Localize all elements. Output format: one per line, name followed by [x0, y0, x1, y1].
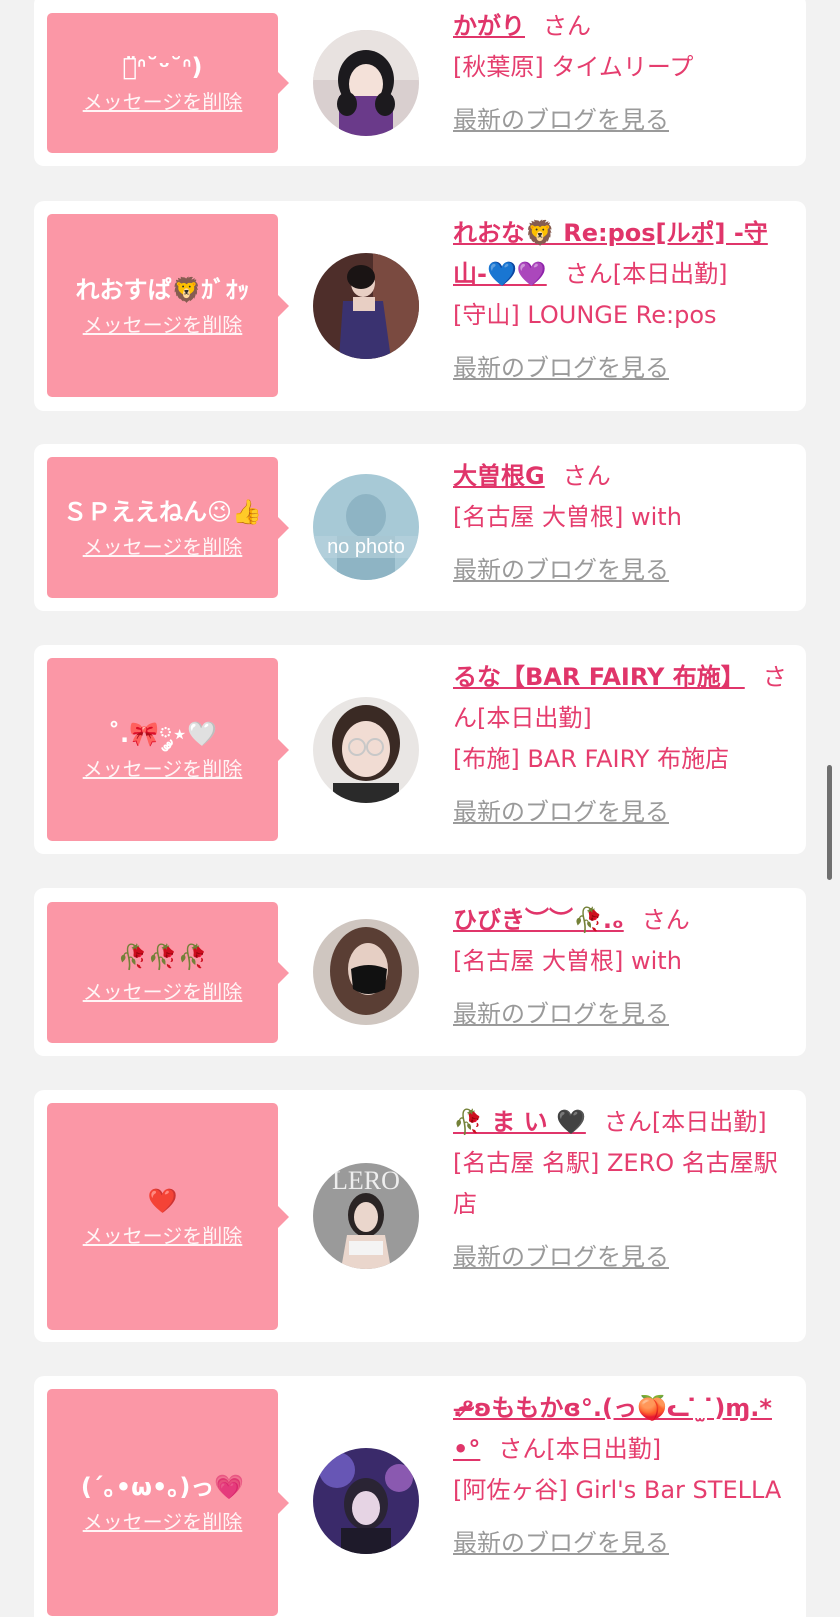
message-bubble: ＳＰええねん😉👍 メッセージを削除 [47, 457, 289, 598]
latest-blog-link[interactable]: 最新のブログを見る [453, 994, 798, 1035]
name-line: 大曽根G さん [453, 456, 798, 497]
avatar[interactable]: no photo [313, 474, 419, 580]
honorific: さん [543, 12, 591, 40]
name-line: 🥀 ま い 🖤 さん[本日出勤] [453, 1102, 798, 1143]
message-text: ﾛ̈ᐢ˘ᵕ˘ᐢ) [122, 53, 203, 81]
cast-info: 🥀 ま い 🖤 さん[本日出勤] [名古屋 名駅] ZERO 名古屋駅店 最新のブ… [453, 1102, 798, 1278]
delete-message-link[interactable]: メッセージを削除 [83, 977, 243, 1007]
name-line: ひびき︶︶🥀.ₒ さん [453, 900, 798, 941]
honorific: さん [564, 260, 613, 288]
honorific: さん [562, 462, 611, 490]
svg-text:LERO: LERO [332, 1166, 400, 1195]
work-status: [本日出勤] [546, 1435, 662, 1463]
cast-name-link[interactable]: 🥀 ま い 🖤 [453, 1108, 586, 1136]
cast-info: かがり さん [秋葉原] タイムリープ 最新のブログを見る [453, 6, 798, 141]
message-bubble: (´｡•ω•｡)っ💗 メッセージを削除 [47, 1389, 289, 1616]
latest-blog-link[interactable]: 最新のブログを見る [453, 1523, 798, 1564]
message-text: ❤️ [147, 1186, 178, 1215]
delete-message-link[interactable]: メッセージを削除 [83, 1507, 243, 1537]
avatar[interactable] [313, 697, 419, 803]
avatar[interactable] [313, 30, 419, 136]
svg-text:no photo: no photo [327, 536, 405, 558]
delete-message-link[interactable]: メッセージを削除 [83, 532, 243, 562]
cast-name-link[interactable]: 大曽根G [453, 462, 545, 490]
avatar[interactable] [313, 1448, 419, 1554]
cast-name-link[interactable]: かがり [453, 12, 525, 40]
cast-info: れおな🦁 Re:pos[ルポ] -守山-💙💜 さん[本日出勤] [守山] LOUN… [453, 213, 798, 389]
delete-message-link[interactable]: メッセージを削除 [83, 87, 243, 117]
avatar-photo-icon [313, 253, 419, 359]
name-line: .ᵒ̴̶̷ʚももかɞ°.(っ🍑ᓚ ̇ ̫ ̇)ɱ.*•° さん[本日出勤] [453, 1388, 798, 1470]
avatar[interactable]: LERO [313, 1163, 419, 1269]
avatar-photo-icon [313, 697, 419, 803]
avatar-photo-icon [313, 919, 419, 1025]
message-text: ＳＰええねん😉👍 [63, 497, 262, 526]
work-status: [本日出勤] [651, 1108, 767, 1136]
shop-name: [名古屋 大曽根] with [453, 503, 682, 531]
message-bubble: ˚.🎀༘⋆🤍 メッセージを削除 [47, 658, 289, 841]
message-bubble: 🥀🥀🥀 メッセージを削除 [47, 902, 289, 1043]
latest-blog-link[interactable]: 最新のブログを見る [453, 1237, 798, 1278]
message-card: (´｡•ω•｡)っ💗 メッセージを削除 .ᵒ̴̶̷ʚももかɞ°.(っ🍑ᓚ ̇ ̫… [34, 1376, 806, 1617]
delete-message-link[interactable]: メッセージを削除 [83, 310, 243, 340]
message-bubble: ❤️ メッセージを削除 [47, 1103, 289, 1330]
shop-name: [名古屋 大曽根] with [453, 947, 682, 975]
message-card: ❤️ メッセージを削除 LERO 🥀 ま い 🖤 さん[本日出勤] [名古屋 名駅… [34, 1090, 806, 1342]
honorific: さん [603, 1108, 652, 1136]
message-card: ˚.🎀༘⋆🤍 メッセージを削除 るな【BAR FAIRY 布施】 さん[本日出勤]… [34, 645, 806, 854]
name-line: るな【BAR FAIRY 布施】 さん[本日出勤] [453, 657, 798, 739]
shop-name: [名古屋 名駅] ZERO 名古屋駅店 [453, 1149, 778, 1218]
message-list: ﾛ̈ᐢ˘ᵕ˘ᐢ) メッセージを削除 かがり さん [秋葉原] タイムリープ 最新の… [0, 0, 840, 1617]
delete-message-link[interactable]: メッセージを削除 [83, 754, 243, 784]
delete-message-link[interactable]: メッセージを削除 [83, 1221, 243, 1251]
avatar-photo-icon [313, 30, 419, 136]
message-text: れおすぱ🦁ｶﾞｵｯ [75, 275, 250, 304]
no-photo-icon: no photo [313, 474, 419, 580]
work-status: [本日出勤] [477, 704, 592, 732]
message-bubble: れおすぱ🦁ｶﾞｵｯ メッセージを削除 [47, 214, 289, 397]
latest-blog-link[interactable]: 最新のブログを見る [453, 348, 798, 389]
message-card: ﾛ̈ᐢ˘ᵕ˘ᐢ) メッセージを削除 かがり さん [秋葉原] タイムリープ 最新の… [34, 0, 806, 166]
shop-name: [布施] BAR FAIRY 布施店 [453, 745, 730, 773]
honorific: さん [641, 906, 690, 934]
message-card: ＳＰええねん😉👍 メッセージを削除 no photo 大曽根G さん [名古屋 大… [34, 444, 806, 611]
avatar[interactable] [313, 253, 419, 359]
message-bubble: ﾛ̈ᐢ˘ᵕ˘ᐢ) メッセージを削除 [47, 13, 289, 153]
name-line: れおな🦁 Re:pos[ルポ] -守山-💙💜 さん[本日出勤] [453, 213, 798, 295]
avatar-photo-icon: LERO [313, 1163, 419, 1269]
work-status: [本日出勤] [612, 260, 728, 288]
latest-blog-link[interactable]: 最新のブログを見る [453, 792, 798, 833]
cast-info: .ᵒ̴̶̷ʚももかɞ°.(っ🍑ᓚ ̇ ̫ ̇)ɱ.*•° さん[本日出勤] [阿佐… [453, 1388, 798, 1564]
name-line: かがり さん [453, 6, 798, 47]
message-text: (´｡•ω•｡)っ💗 [80, 1472, 245, 1501]
shop-name: [秋葉原] タイムリープ [453, 53, 694, 81]
cast-info: ひびき︶︶🥀.ₒ さん [名古屋 大曽根] with 最新のブログを見る [453, 900, 798, 1035]
latest-blog-link[interactable]: 最新のブログを見る [453, 100, 798, 141]
honorific: さん [498, 1435, 547, 1463]
latest-blog-link[interactable]: 最新のブログを見る [453, 550, 798, 591]
avatar-photo-icon [313, 1448, 419, 1554]
avatar[interactable] [313, 919, 419, 1025]
scrollbar[interactable] [827, 765, 832, 880]
message-card: 🥀🥀🥀 メッセージを削除 ひびき︶︶🥀.ₒ さん [名古屋 大曽根] with 最… [34, 888, 806, 1056]
message-text: 🥀🥀🥀 [117, 942, 208, 971]
shop-name: [阿佐ヶ谷] Girl's Bar STELLA [453, 1476, 782, 1504]
cast-info: るな【BAR FAIRY 布施】 さん[本日出勤] [布施] BAR FAIRY … [453, 657, 798, 833]
cast-name-link[interactable]: るな【BAR FAIRY 布施】 [453, 663, 745, 691]
shop-name: [守山] LOUNGE Re:pos [453, 301, 717, 329]
cast-info: 大曽根G さん [名古屋 大曽根] with 最新のブログを見る [453, 456, 798, 591]
message-text: ˚.🎀༘⋆🤍 [107, 719, 218, 748]
message-card: れおすぱ🦁ｶﾞｵｯ メッセージを削除 れおな🦁 Re:pos[ルポ] -守山-💙… [34, 201, 806, 411]
cast-name-link[interactable]: ひびき︶︶🥀.ₒ [453, 906, 624, 934]
